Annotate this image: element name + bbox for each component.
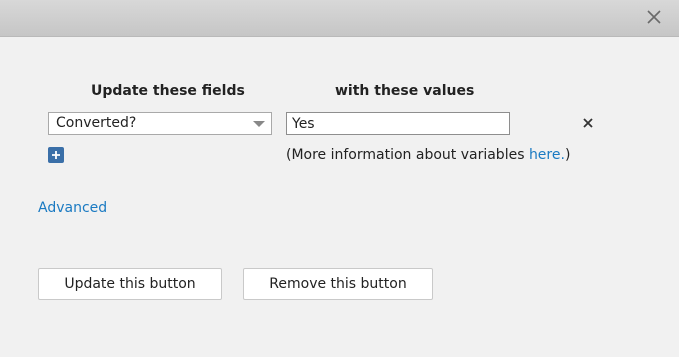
dialog-header: [0, 0, 679, 37]
values-column-heading: with these values: [335, 83, 475, 99]
advanced-link[interactable]: Advanced: [38, 200, 107, 216]
update-button[interactable]: Update this button: [38, 268, 222, 300]
variables-info-text: (More information about variables here.): [286, 147, 570, 163]
variables-help-link[interactable]: here.: [529, 147, 565, 163]
plus-icon: [52, 151, 60, 159]
add-row-button[interactable]: [48, 147, 64, 163]
remove-row-icon[interactable]: [582, 117, 594, 129]
info-suffix: ): [564, 147, 571, 163]
fields-column-heading: Update these fields: [91, 83, 245, 99]
remove-button[interactable]: Remove this button: [243, 268, 433, 300]
chevron-down-icon: [253, 121, 265, 127]
close-icon[interactable]: [645, 8, 663, 26]
value-input[interactable]: [286, 112, 510, 135]
field-select-value: Converted?: [56, 115, 137, 131]
info-prefix: (More information about variables: [286, 147, 529, 163]
field-select[interactable]: Converted?: [48, 112, 272, 135]
